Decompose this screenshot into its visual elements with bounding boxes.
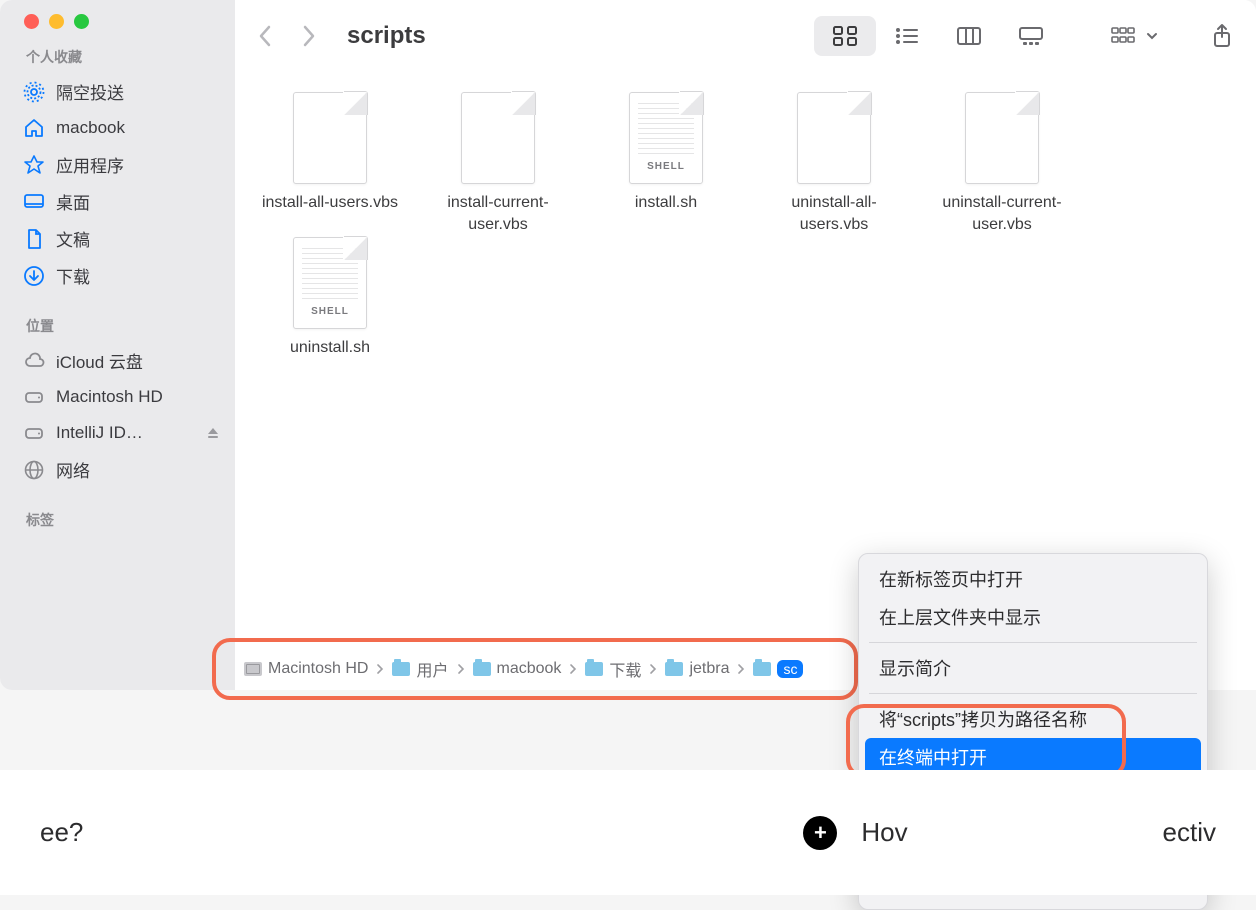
sidebar-item-download[interactable]: 下载: [0, 257, 235, 294]
chevron-down-icon: [1146, 30, 1158, 42]
cloud-icon: [22, 349, 46, 373]
share-button[interactable]: [1210, 22, 1234, 50]
file-name: install.sh: [635, 192, 697, 214]
sidebar-item-airdrop[interactable]: 隔空投送: [0, 73, 235, 110]
sidebar-section-favorites: 个人收藏: [0, 47, 235, 73]
context-menu-item[interactable]: 在上层文件夹中显示: [865, 598, 1201, 636]
file-item[interactable]: SHELL install.sh: [591, 92, 741, 237]
disk-icon: [22, 385, 46, 409]
window-controls: [0, 14, 235, 47]
globe-icon: [22, 458, 46, 482]
file-item[interactable]: uninstall-all-users.vbs: [759, 92, 909, 237]
sidebar-item-disk[interactable]: Macintosh HD: [0, 379, 235, 415]
file-name: uninstall-current-user.vbs: [927, 192, 1077, 237]
sidebar: 个人收藏 隔空投送 macbook 应用程序桌面文稿下载 位置 iCloud 云盘 M…: [0, 0, 235, 690]
sidebar-item-label: 桌面: [56, 189, 90, 214]
apps-icon: [22, 153, 46, 177]
airdrop-icon: [22, 80, 46, 104]
sidebar-item-label: IntelliJ ID…: [56, 423, 143, 443]
desktop-icon: [22, 190, 46, 214]
file-name: uninstall.sh: [290, 337, 370, 359]
sidebar-item-label: 文稿: [56, 226, 90, 251]
close-window-button[interactable]: [24, 14, 39, 29]
file-name: install-current-user.vbs: [423, 192, 573, 237]
sidebar-item-label: 下载: [56, 263, 90, 288]
sidebar-item-apps[interactable]: 应用程序: [0, 146, 235, 183]
shell-badge: SHELL: [311, 305, 349, 319]
file-name: install-all-users.vbs: [262, 192, 398, 214]
sidebar-item-label: 隔空投送: [56, 79, 124, 104]
context-menu-item[interactable]: 将“scripts”拷贝为路径名称: [865, 700, 1201, 738]
sidebar-item-globe[interactable]: 网络: [0, 451, 235, 488]
menu-separator: [869, 693, 1197, 694]
sidebar-item-doc[interactable]: 文稿: [0, 220, 235, 257]
view-mode-group: [814, 16, 1062, 56]
doc-icon: [22, 227, 46, 251]
folder-title: scripts: [347, 22, 426, 50]
view-list-button[interactable]: [876, 16, 938, 56]
forward-button[interactable]: [301, 24, 317, 48]
eject-icon[interactable]: [205, 425, 221, 441]
sidebar-item-label: macbook: [56, 118, 125, 138]
file-icon: [797, 92, 871, 184]
minimize-window-button[interactable]: [49, 14, 64, 29]
home-icon: [22, 116, 46, 140]
add-button[interactable]: +: [803, 816, 837, 850]
sidebar-item-label: iCloud 云盘: [56, 348, 143, 373]
file-icon: SHELL: [629, 92, 703, 184]
bg-text-left: ee?: [40, 817, 83, 848]
file-item[interactable]: uninstall-current-user.vbs: [927, 92, 1077, 237]
disk-icon: [22, 421, 46, 445]
bg-text-mid: Hov: [861, 817, 907, 848]
file-icon: [461, 92, 535, 184]
bg-text-right: ectiv: [1163, 817, 1216, 848]
nav-arrows: [257, 24, 317, 48]
sidebar-item-label: 网络: [56, 457, 90, 482]
sidebar-item-label: 应用程序: [56, 152, 124, 177]
sidebar-item-disk[interactable]: IntelliJ ID…: [0, 415, 235, 451]
toolbar: scripts: [235, 0, 1256, 72]
context-menu-item[interactable]: 显示简介: [865, 649, 1201, 687]
file-name: uninstall-all-users.vbs: [759, 192, 909, 237]
group-by-button[interactable]: [1110, 25, 1158, 47]
sidebar-item-label: Macintosh HD: [56, 387, 163, 407]
context-menu-item[interactable]: 在新标签页中打开: [865, 560, 1201, 598]
back-button[interactable]: [257, 24, 273, 48]
download-icon: [22, 264, 46, 288]
fullscreen-window-button[interactable]: [74, 14, 89, 29]
file-item[interactable]: install-all-users.vbs: [255, 92, 405, 237]
menu-separator: [869, 642, 1197, 643]
sidebar-item-cloud[interactable]: iCloud 云盘: [0, 342, 235, 379]
file-item[interactable]: SHELL uninstall.sh: [255, 237, 405, 359]
sidebar-item-desktop[interactable]: 桌面: [0, 183, 235, 220]
file-item[interactable]: install-current-user.vbs: [423, 92, 573, 237]
sidebar-section-tags: 标签: [0, 510, 235, 536]
view-columns-button[interactable]: [938, 16, 1000, 56]
view-icons-button[interactable]: [814, 16, 876, 56]
sidebar-section-locations: 位置: [0, 316, 235, 342]
shell-badge: SHELL: [647, 160, 685, 174]
view-gallery-button[interactable]: [1000, 16, 1062, 56]
file-icon: [293, 92, 367, 184]
sidebar-item-home[interactable]: macbook: [0, 110, 235, 146]
file-icon: SHELL: [293, 237, 367, 329]
background-page: ee? + Hov ectiv: [0, 770, 1256, 895]
file-icon: [965, 92, 1039, 184]
